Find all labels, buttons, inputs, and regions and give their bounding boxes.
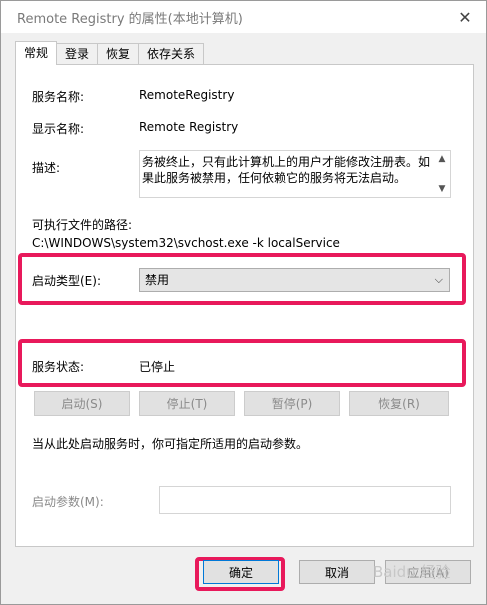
window-title: Remote Registry 的属性(本地计算机) xyxy=(17,12,243,27)
close-icon[interactable]: ✕ xyxy=(452,5,478,29)
tab-dependencies[interactable]: 依存关系 xyxy=(138,43,205,65)
scroll-up-icon[interactable]: ▲ xyxy=(439,151,446,167)
display-name-label: 显示名称: xyxy=(32,122,85,136)
path-label: 可执行文件的路径: xyxy=(32,218,133,232)
scroll-down-icon[interactable]: ▼ xyxy=(439,181,446,197)
start-params-hint: 当从此处启动服务时，你可指定所适用的启动参数。 xyxy=(32,437,309,451)
service-name-value: RemoteRegistry xyxy=(139,88,235,102)
description-textbox[interactable]: 务被终止，只有此计算机上的用户才能修改注册表。如果此服务被禁用，任何依赖它的服务… xyxy=(139,150,451,198)
pause-button[interactable]: 暂停(P) xyxy=(244,391,340,416)
tab-strip: 常规 登录 恢复 依存关系 xyxy=(15,41,205,65)
chevron-down-icon: ⌵ xyxy=(434,273,443,286)
display-name-value: Remote Registry xyxy=(139,120,239,134)
tab-logon[interactable]: 登录 xyxy=(56,43,99,65)
properties-dialog: Remote Registry 的属性(本地计算机) ✕ 常规 登录 恢复 依存… xyxy=(0,0,487,605)
general-panel: 服务名称: RemoteRegistry 显示名称: Remote Regist… xyxy=(15,64,474,547)
apply-button[interactable]: 应用(A) xyxy=(385,560,471,584)
description-scrollbar[interactable]: ▲ ▼ xyxy=(434,151,450,197)
description-label: 描述: xyxy=(32,161,61,175)
ok-button[interactable]: 确定 xyxy=(203,560,279,584)
cancel-button[interactable]: 取消 xyxy=(299,560,375,584)
resume-button[interactable]: 恢复(R) xyxy=(349,391,449,416)
stop-button[interactable]: 停止(T) xyxy=(139,391,235,416)
tab-general[interactable]: 常规 xyxy=(15,41,58,65)
tab-recovery[interactable]: 恢复 xyxy=(97,43,140,65)
startup-type-select[interactable]: 禁用 ⌵ xyxy=(139,268,450,292)
service-status-value: 已停止 xyxy=(139,360,176,374)
start-params-label: 启动参数(M): xyxy=(32,495,104,509)
start-params-input[interactable] xyxy=(159,486,451,514)
startup-type-value: 禁用 xyxy=(145,273,170,287)
service-name-label: 服务名称: xyxy=(32,90,85,104)
service-status-label: 服务状态: xyxy=(32,360,85,374)
start-button[interactable]: 启动(S) xyxy=(34,391,130,416)
title-bar[interactable]: Remote Registry 的属性(本地计算机) ✕ xyxy=(1,1,486,33)
path-value: C:\WINDOWS\system32\svchost.exe -k local… xyxy=(32,236,340,250)
startup-type-label: 启动类型(E): xyxy=(32,274,101,288)
description-text: 务被终止，只有此计算机上的用户才能修改注册表。如果此服务被禁用，任何依赖它的服务… xyxy=(142,155,431,185)
